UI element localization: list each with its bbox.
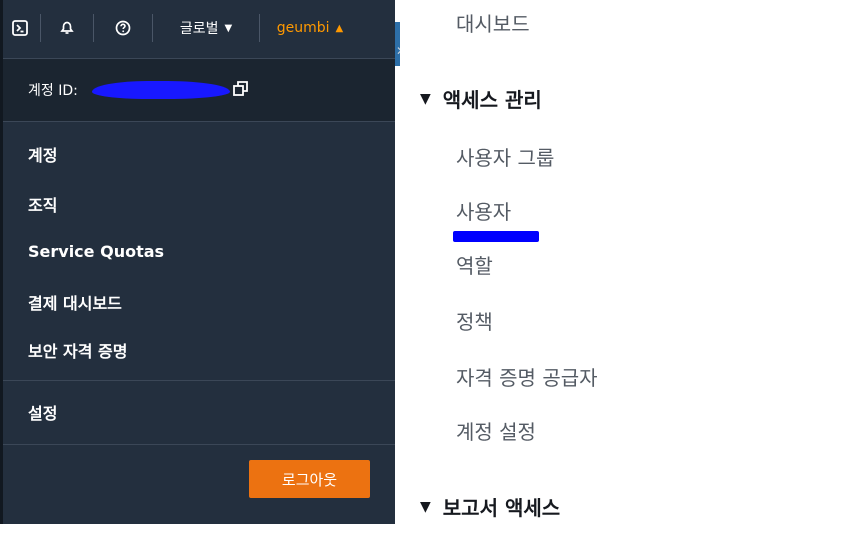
region-label: 글로벌 [179,21,219,37]
nav-item-roles[interactable]: 역할 [456,250,493,279]
nav-item-policies[interactable]: 정책 [456,306,493,335]
redaction-mark [453,231,539,242]
menu-item-account[interactable]: 계정 [28,142,57,166]
nav-section-title: 보고서 액세스 [442,496,561,520]
help-button[interactable] [94,13,152,43]
caret-down-icon: ▼ [420,90,431,107]
caret-down-icon: ▼ [420,498,431,515]
account-id-label: 계정 ID: [28,83,78,99]
nav-item-account-settings[interactable]: 계정 설정 [456,416,536,445]
nav-item-identity-providers[interactable]: 자격 증명 공급자 [456,362,598,391]
menu-item-organization[interactable]: 조직 [28,192,57,216]
terminal-icon [12,20,28,36]
nav-dashboard[interactable]: 대시보드 [456,8,530,37]
caret-up-icon: ▲ [335,22,344,34]
account-menu-button[interactable]: geumbi ▲ [260,13,360,43]
logout-button[interactable]: 로그아웃 [249,460,370,498]
bell-icon [60,21,74,34]
menu-item-service-quotas[interactable]: Service Quotas [28,242,164,261]
panel-edge-shadow [0,0,3,524]
user-label: geumbi [276,20,330,36]
region-selector[interactable]: 글로벌 ▼ [153,13,259,43]
nav-section-title: 액세스 관리 [442,88,542,112]
menu-item-settings[interactable]: 설정 [28,400,57,424]
iam-navigation: 대시보드 ▼ 액세스 관리 사용자 그룹 사용자 역할 정책 자격 증명 공급자… [400,0,861,533]
account-id-row: 계정 ID: [0,58,395,122]
account-menu-panel: 글로벌 ▼ geumbi ▲ 계정 ID: 계정 조직 Service Quot… [0,0,395,524]
copy-icon[interactable] [232,80,250,98]
cloudshell-button[interactable] [0,13,40,43]
redaction-mark [92,81,230,99]
menu-item-security-credentials[interactable]: 보안 자격 증명 [28,338,127,362]
console-top-bar: 글로벌 ▼ geumbi ▲ [0,0,395,56]
nav-item-users[interactable]: 사용자 [456,196,511,225]
nav-item-user-groups[interactable]: 사용자 그룹 [456,142,554,171]
notifications-button[interactable] [41,13,93,43]
nav-section-access-management[interactable]: ▼ 액세스 관리 [420,84,542,113]
screenshot-root: 글로벌 ▼ geumbi ▲ 계정 ID: 계정 조직 Service Quot… [0,0,861,533]
menu-item-billing-dashboard[interactable]: 결제 대시보드 [28,290,122,314]
menu-divider [0,380,395,381]
menu-divider [0,444,395,445]
nav-section-access-reports[interactable]: ▼ 보고서 액세스 [420,492,560,521]
caret-down-icon: ▼ [224,22,233,34]
help-circle-icon [115,20,131,36]
